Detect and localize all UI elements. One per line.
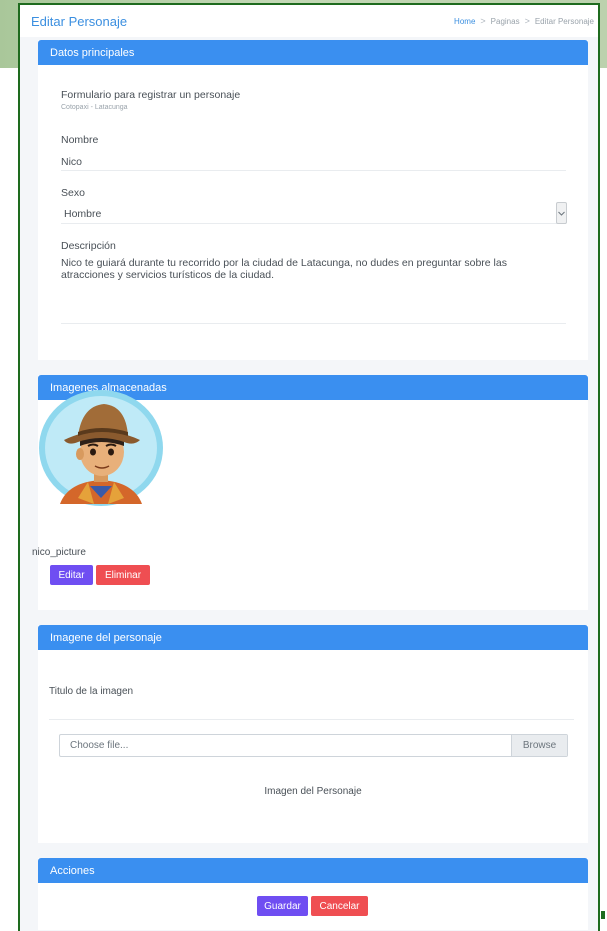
form-title: Formulario para registrar un personaje bbox=[61, 89, 241, 101]
card-header: Imagene del personaje bbox=[38, 625, 588, 650]
character-avatar-image bbox=[39, 390, 163, 506]
card-acciones: Acciones Guardar Cancelar bbox=[38, 858, 588, 930]
descripcion-field[interactable]: Nico te guiará durante tu recorrido por … bbox=[61, 257, 541, 281]
card-imagenes-almacenadas: Imagenes almacenadas nico_picture Editar… bbox=[32, 375, 588, 610]
image-name: nico_picture bbox=[32, 547, 86, 558]
nombre-field[interactable]: Nico bbox=[61, 156, 82, 168]
breadcrumb-paginas[interactable]: Paginas bbox=[491, 17, 520, 26]
descripcion-field-underline bbox=[61, 323, 566, 324]
breadcrumb-separator: > bbox=[524, 16, 530, 26]
top-bar: Editar Personaje Home > Paginas > Editar… bbox=[20, 5, 598, 37]
file-input[interactable]: Choose file... Browse bbox=[59, 734, 568, 757]
image-preview-label: Imagen del Personaje bbox=[264, 786, 362, 797]
card-header: Acciones bbox=[38, 858, 588, 883]
nombre-label: Nombre bbox=[61, 134, 99, 146]
card-imagen-personaje: Imagene del personaje Titulo de la image… bbox=[38, 625, 588, 843]
corner-marker bbox=[601, 911, 605, 919]
cancel-button[interactable]: Cancelar bbox=[311, 896, 368, 916]
breadcrumb: Home > Paginas > Editar Personaje bbox=[454, 16, 594, 26]
card-datos-principales: Datos principales Formulario para regist… bbox=[38, 40, 588, 360]
breadcrumb-separator: > bbox=[480, 16, 486, 26]
descripcion-label: Descripción bbox=[61, 240, 116, 252]
edit-image-button[interactable]: Editar bbox=[50, 565, 93, 585]
titulo-imagen-field[interactable]: Titulo de la imagen bbox=[49, 686, 133, 697]
breadcrumb-home[interactable]: Home bbox=[454, 17, 475, 26]
titulo-imagen-underline bbox=[49, 719, 574, 720]
sexo-selected-value: Hombre bbox=[64, 208, 102, 220]
delete-image-button[interactable]: Eliminar bbox=[96, 565, 150, 585]
sexo-select[interactable]: Hombre bbox=[61, 202, 567, 224]
nombre-field-underline bbox=[61, 170, 566, 171]
file-input-text[interactable]: Choose file... bbox=[60, 735, 511, 756]
page-title: Editar Personaje bbox=[31, 13, 128, 29]
sexo-label: Sexo bbox=[61, 187, 85, 199]
form-subtitle: Cotopaxi - Latacunga bbox=[61, 104, 128, 111]
app-window: Editar Personaje Home > Paginas > Editar… bbox=[18, 3, 600, 931]
card-header: Datos principales bbox=[38, 40, 588, 65]
browse-button[interactable]: Browse bbox=[511, 735, 567, 756]
breadcrumb-current: Editar Personaje bbox=[534, 16, 594, 26]
save-button[interactable]: Guardar bbox=[257, 896, 308, 916]
chevron-down-icon[interactable] bbox=[556, 202, 567, 224]
